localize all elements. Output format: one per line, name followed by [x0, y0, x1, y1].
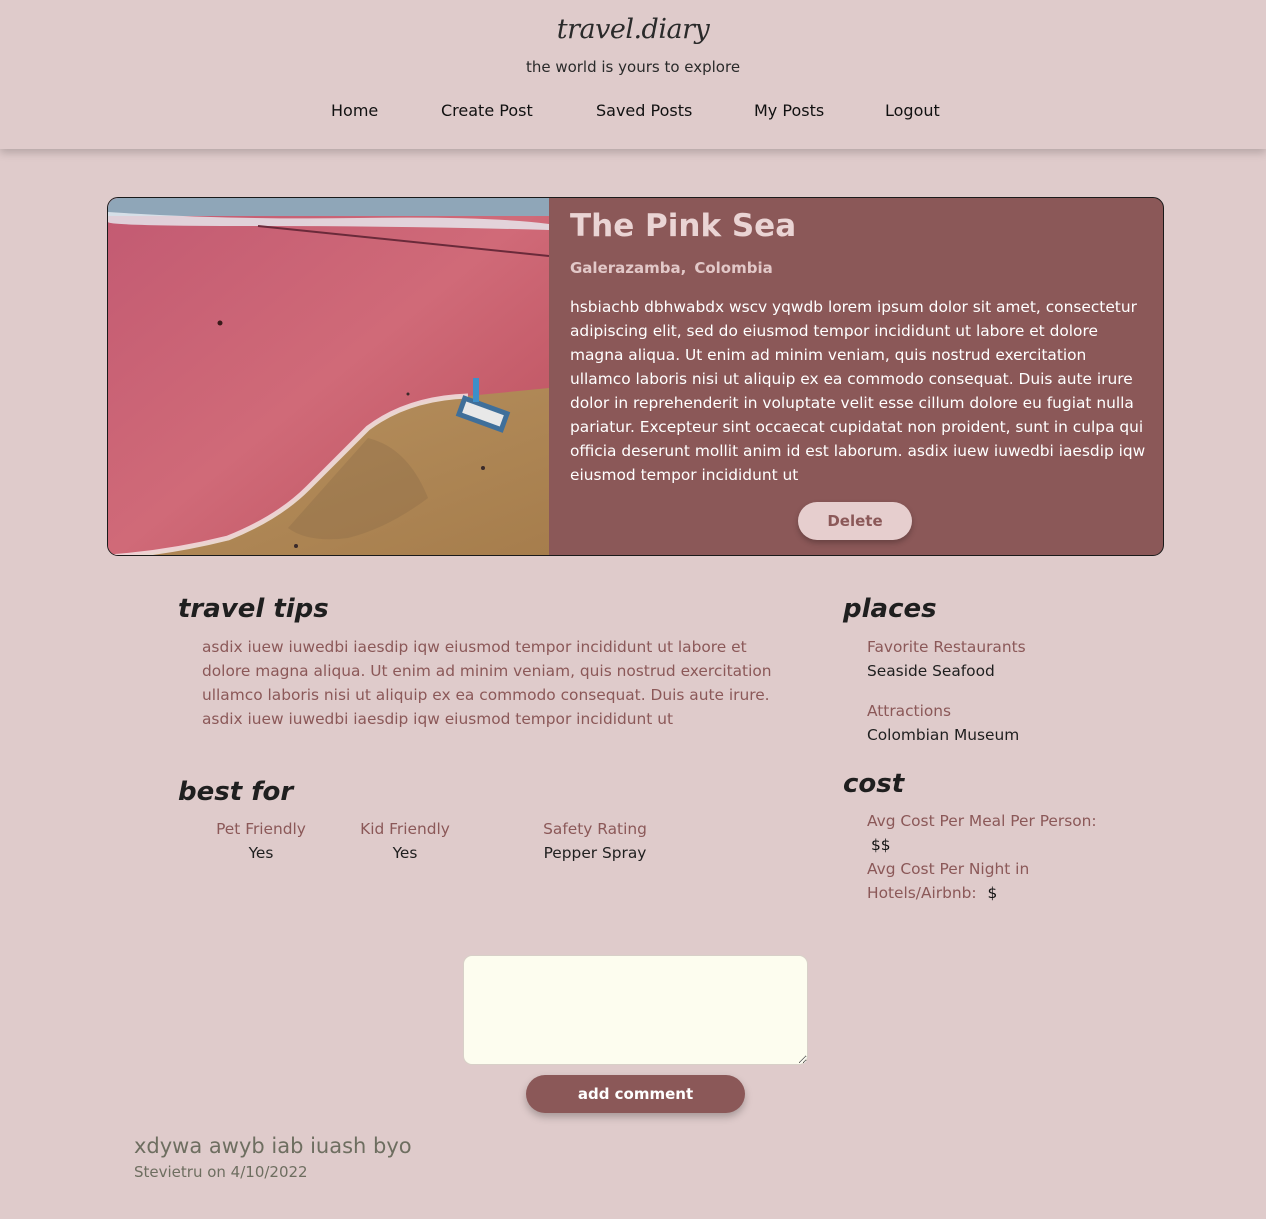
post-location: Galerazamba, Colombia — [570, 259, 773, 277]
post-title: The Pink Sea — [570, 208, 797, 244]
nav-create-post[interactable]: Create Post — [441, 101, 533, 120]
nav-my-posts[interactable]: My Posts — [754, 101, 824, 120]
comment-input[interactable] — [463, 955, 808, 1065]
post-photo — [108, 198, 549, 555]
restaurants-value: Seaside Seafood — [867, 662, 995, 680]
nav-logout[interactable]: Logout — [885, 101, 940, 120]
post-body: hsbiachb dbhwabdx wscv yqwdb lorem ipsum… — [570, 298, 1146, 484]
place-restaurants: Favorite Restaurants Seaside Seafood — [867, 635, 1026, 683]
cost-heading: cost — [843, 769, 905, 799]
travel-tips-heading: travel tips — [178, 594, 329, 624]
hotel-cost-label: Avg Cost Per Night in Hotels/Airbnb: — [867, 860, 1030, 902]
meal-cost-value: $$ — [871, 836, 891, 854]
add-comment-button[interactable]: add comment — [526, 1075, 745, 1113]
best-for-pet-friendly: Pet Friendly Yes — [215, 817, 307, 865]
comment-text: xdywa awyb iab iuash byo — [134, 1134, 412, 1158]
site-header: travel.diary the world is yours to explo… — [0, 0, 1266, 149]
post-card: The Pink Sea Galerazamba, Colombia hsbiac… — [107, 197, 1164, 556]
cost-meal: Avg Cost Per Meal Per Person: $$ — [867, 809, 1117, 857]
best-for-heading: best for — [178, 777, 294, 807]
cost-hotel: Avg Cost Per Night in Hotels/Airbnb: $ — [867, 857, 1067, 905]
place-attractions: Attractions Colombian Museum — [867, 699, 1019, 747]
safety-rating-value: Pepper Spray — [543, 844, 647, 862]
kid-friendly-value: Yes — [392, 844, 418, 862]
places-heading: places — [843, 594, 937, 624]
site-logo[interactable]: travel.diary — [0, 14, 1266, 45]
safety-rating-label: Safety Rating — [543, 820, 647, 838]
attractions-label: Attractions — [867, 702, 952, 720]
post-city: Galerazamba, — [570, 259, 687, 277]
delete-button[interactable]: Delete — [798, 502, 912, 540]
attractions-value: Colombian Museum — [867, 726, 1020, 744]
hotel-cost-value: $ — [987, 884, 998, 902]
meal-cost-label: Avg Cost Per Meal Per Person: — [867, 812, 1097, 830]
travel-tips-text: asdix iuew iuwedbi iaesdip iqw eiusmod t… — [202, 638, 772, 728]
post-country: Colombia — [694, 259, 773, 277]
pet-friendly-label: Pet Friendly — [216, 820, 306, 838]
nav-saved-posts[interactable]: Saved Posts — [596, 101, 692, 120]
pet-friendly-value: Yes — [248, 844, 274, 862]
best-for-kid-friendly: Kid Friendly Yes — [359, 817, 451, 865]
restaurants-label: Favorite Restaurants — [867, 638, 1026, 656]
site-tagline: the world is yours to explore — [525, 58, 741, 76]
kid-friendly-label: Kid Friendly — [360, 820, 450, 838]
nav-home[interactable]: Home — [331, 101, 378, 120]
main-nav: Home Create Post Saved Posts My Posts Lo… — [0, 101, 1266, 123]
best-for-safety-rating: Safety Rating Pepper Spray — [535, 817, 655, 865]
comment-meta: Stevietru on 4/10/2022 — [134, 1163, 308, 1181]
